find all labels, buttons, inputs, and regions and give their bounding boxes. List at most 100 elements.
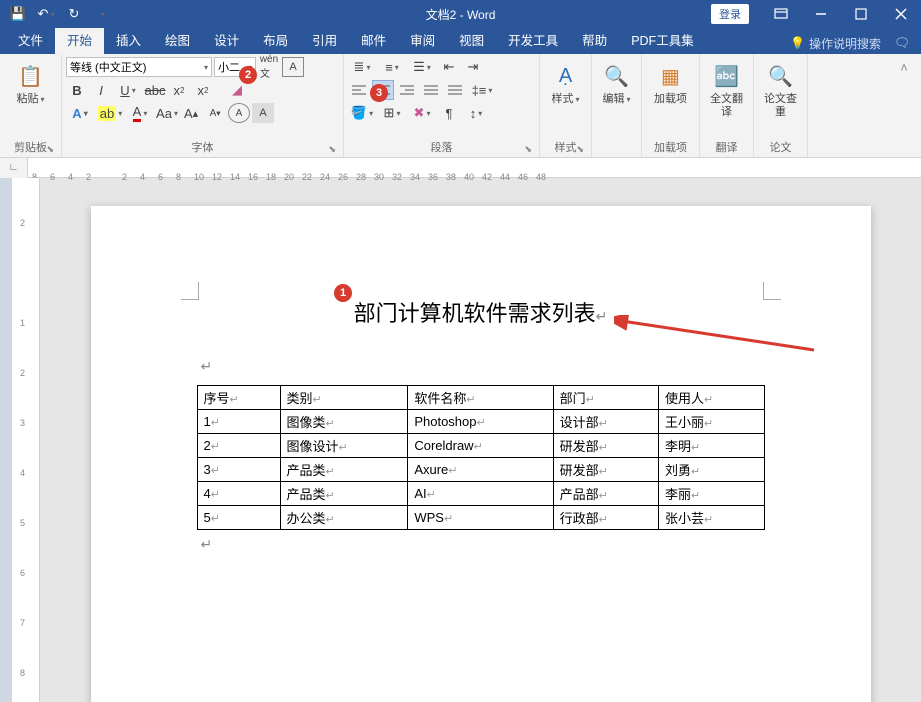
- table-cell[interactable]: 序号↵: [197, 386, 280, 410]
- thumbnail-strip[interactable]: [0, 178, 12, 702]
- styles-button[interactable]: Ạ 样式▾: [545, 57, 587, 110]
- table-cell[interactable]: 3↵: [197, 458, 280, 482]
- table-cell[interactable]: 使用人↵: [659, 386, 764, 410]
- table-cell[interactable]: 产品部↵: [553, 482, 658, 506]
- table-cell[interactable]: 图像设计↵: [280, 434, 408, 458]
- table-header-row[interactable]: 序号↵类别↵软件名称↵部门↵使用人↵: [197, 386, 764, 410]
- table-cell[interactable]: 研发部↵: [553, 458, 658, 482]
- table-row[interactable]: 1↵图像类↵Photoshop↵设计部↵王小丽↵: [197, 410, 764, 434]
- qat-customize-icon[interactable]: ▾: [90, 2, 114, 26]
- undo-icon[interactable]: ↶▾: [34, 2, 58, 26]
- font-color-button[interactable]: A▾: [126, 103, 154, 123]
- superscript-button[interactable]: x2: [192, 80, 214, 100]
- bold-button[interactable]: B: [66, 80, 88, 100]
- translate-button[interactable]: 🔤 全文翻译: [704, 57, 749, 123]
- enclose-char-icon[interactable]: A: [228, 103, 250, 123]
- check-button[interactable]: 🔍 论文查重: [758, 57, 803, 123]
- text-effect-button[interactable]: A▾: [66, 103, 94, 123]
- table-cell[interactable]: 李明↵: [659, 434, 764, 458]
- table-cell[interactable]: 设计部↵: [553, 410, 658, 434]
- table-cell[interactable]: 5↵: [197, 506, 280, 530]
- numbering-button[interactable]: ≡▾: [378, 57, 406, 77]
- tab-PDF工具集[interactable]: PDF工具集: [619, 25, 706, 54]
- align-distributed-icon[interactable]: [444, 80, 466, 100]
- table-cell[interactable]: Axure↵: [408, 458, 553, 482]
- tab-插入[interactable]: 插入: [104, 25, 153, 54]
- tab-selector-icon[interactable]: ∟: [0, 158, 28, 178]
- table-row[interactable]: 5↵办公类↵WPS↵行政部↵张小芸↵: [197, 506, 764, 530]
- tab-设计[interactable]: 设计: [202, 25, 251, 54]
- tab-帮助[interactable]: 帮助: [570, 25, 619, 54]
- char-border-icon[interactable]: A: [282, 57, 304, 77]
- redo-icon[interactable]: ↻: [62, 2, 86, 26]
- paste-button[interactable]: 📋 粘贴▾: [10, 57, 52, 110]
- subscript-button[interactable]: x2: [168, 80, 190, 100]
- share-icon[interactable]: 🗨: [889, 32, 915, 54]
- table-cell[interactable]: 刘勇↵: [659, 458, 764, 482]
- bullets-button[interactable]: ≣▾: [348, 57, 376, 77]
- table-cell[interactable]: AI↵: [408, 482, 553, 506]
- login-button[interactable]: 登录: [711, 4, 749, 24]
- clipboard-launcher-icon[interactable]: ⬊: [46, 144, 54, 155]
- document-title[interactable]: 部门计算机软件需求列表↵: [197, 296, 765, 328]
- table-cell[interactable]: 研发部↵: [553, 434, 658, 458]
- document-area[interactable]: 部门计算机软件需求列表↵ ↵ 序号↵类别↵软件名称↵部门↵使用人↵1↵图像类↵P…: [40, 178, 921, 702]
- table-cell[interactable]: 李丽↵: [659, 482, 764, 506]
- line-spacing-button[interactable]: ‡≡▾: [468, 80, 496, 100]
- grow-font-icon[interactable]: A▴: [180, 103, 202, 123]
- editing-button[interactable]: 🔍 编辑▾: [596, 57, 638, 110]
- addins-button[interactable]: ▦ 加载项: [648, 57, 693, 110]
- table-cell[interactable]: 1↵: [197, 410, 280, 434]
- font-launcher-icon[interactable]: ⬊: [328, 144, 336, 155]
- table-cell[interactable]: 部门↵: [553, 386, 658, 410]
- shrink-font-icon[interactable]: A▾: [204, 103, 226, 123]
- tab-视图[interactable]: 视图: [447, 25, 496, 54]
- requirements-table[interactable]: 序号↵类别↵软件名称↵部门↵使用人↵1↵图像类↵Photoshop↵设计部↵王小…: [197, 385, 765, 530]
- table-cell[interactable]: 办公类↵: [280, 506, 408, 530]
- font-name-combo[interactable]: 等线 (中文正文)▾: [66, 57, 212, 77]
- table-row[interactable]: 3↵产品类↵Axure↵研发部↵刘勇↵: [197, 458, 764, 482]
- ruler-horizontal[interactable]: ∟ 86422468101214161820222426283032343638…: [0, 158, 921, 178]
- char-shading2-icon[interactable]: A: [252, 103, 274, 123]
- tab-文件[interactable]: 文件: [6, 25, 55, 54]
- tab-审阅[interactable]: 审阅: [398, 25, 447, 54]
- table-cell[interactable]: 4↵: [197, 482, 280, 506]
- decrease-indent-icon[interactable]: ⇤: [438, 57, 460, 77]
- collapse-ribbon-icon[interactable]: ˄: [893, 57, 915, 77]
- align-left-icon[interactable]: [348, 80, 370, 100]
- table-cell[interactable]: Photoshop↵: [408, 410, 553, 434]
- tab-开发工具[interactable]: 开发工具: [496, 25, 570, 54]
- table-cell[interactable]: 张小芸↵: [659, 506, 764, 530]
- table-row[interactable]: 4↵产品类↵AI↵产品部↵李丽↵: [197, 482, 764, 506]
- maximize-icon[interactable]: [841, 0, 881, 28]
- align-justify-icon[interactable]: [420, 80, 442, 100]
- table-cell[interactable]: WPS↵: [408, 506, 553, 530]
- sort-button[interactable]: ✖▾: [408, 103, 436, 123]
- ruler-vertical[interactable]: 2 1 2 3 4 5 6 7 8: [12, 178, 40, 702]
- styles-launcher-icon[interactable]: ⬊: [576, 144, 584, 155]
- italic-button[interactable]: I: [90, 80, 112, 100]
- table-cell[interactable]: 类别↵: [280, 386, 408, 410]
- underline-button[interactable]: U▾: [114, 80, 142, 100]
- tab-布局[interactable]: 布局: [251, 25, 300, 54]
- highlight-button[interactable]: ab▾: [96, 103, 124, 123]
- table-cell[interactable]: 2↵: [197, 434, 280, 458]
- show-marks-icon[interactable]: ¶: [438, 103, 460, 123]
- minimize-icon[interactable]: [801, 0, 841, 28]
- phonetic-guide-icon[interactable]: wén文: [258, 57, 280, 77]
- table-cell[interactable]: 王小丽↵: [659, 410, 764, 434]
- close-icon[interactable]: [881, 0, 921, 28]
- strikethrough-button[interactable]: abc: [144, 80, 166, 100]
- page[interactable]: 部门计算机软件需求列表↵ ↵ 序号↵类别↵软件名称↵部门↵使用人↵1↵图像类↵P…: [91, 206, 871, 702]
- table-cell[interactable]: 产品类↵: [280, 482, 408, 506]
- shading-button[interactable]: 🪣▾: [348, 103, 376, 123]
- tab-邮件[interactable]: 邮件: [349, 25, 398, 54]
- table-cell[interactable]: 图像类↵: [280, 410, 408, 434]
- multilevel-button[interactable]: ☰▾: [408, 57, 436, 77]
- ribbon-display-icon[interactable]: [761, 0, 801, 28]
- tell-me-search[interactable]: 💡 操作说明搜索: [790, 35, 881, 52]
- tab-开始[interactable]: 开始: [55, 25, 104, 54]
- table-cell[interactable]: 行政部↵: [553, 506, 658, 530]
- table-cell[interactable]: 软件名称↵: [408, 386, 553, 410]
- align-right-icon[interactable]: [396, 80, 418, 100]
